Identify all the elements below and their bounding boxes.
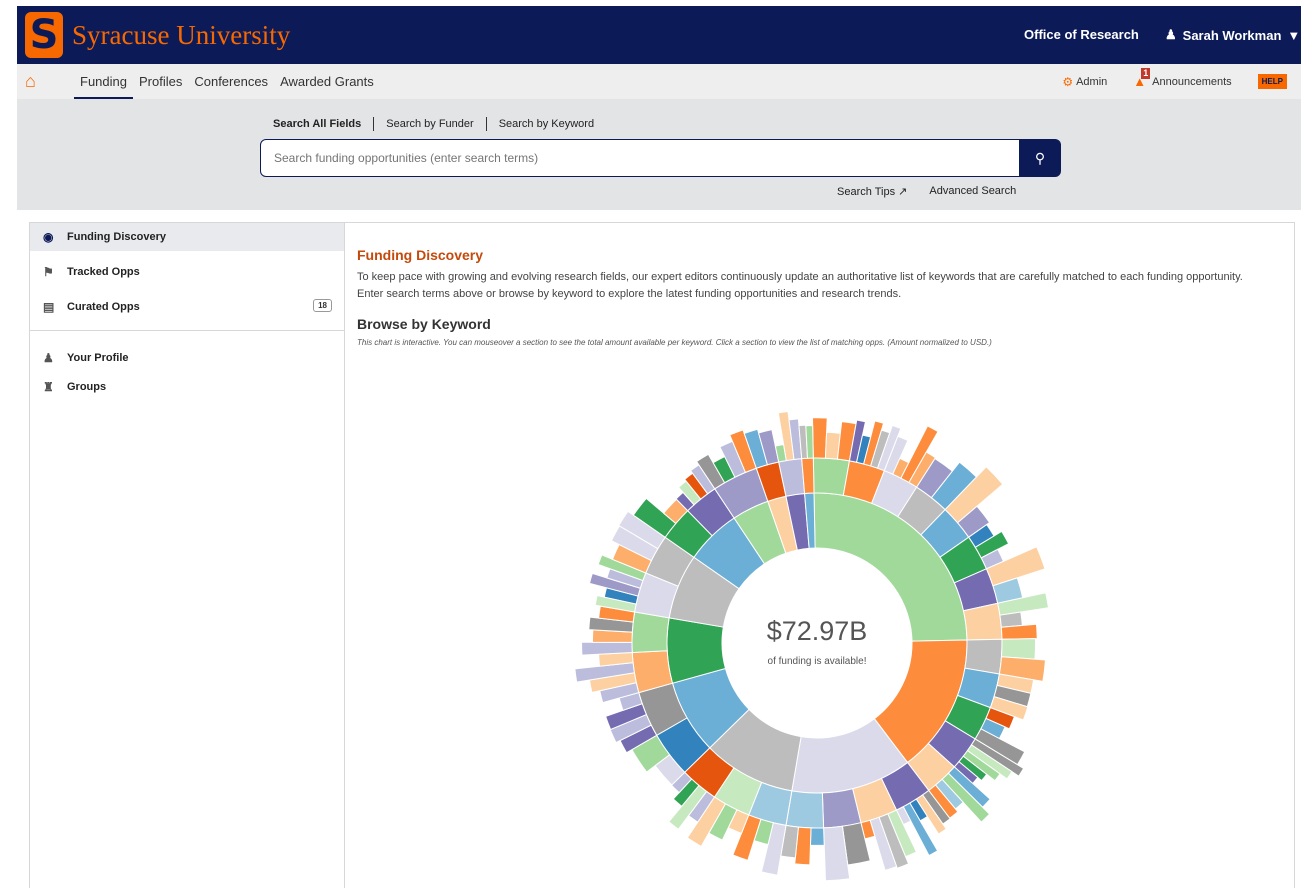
external-link-icon: ↗ [898,186,908,198]
search-input[interactable] [260,139,1020,177]
copy-icon: ▤ [43,300,55,314]
total-funding-caption: of funding is available! [768,656,867,667]
sidebar-item-funding-discovery[interactable]: ◉ Funding Discovery [30,223,344,251]
sidebar-item-groups[interactable]: ♜ Groups [30,373,344,401]
keyword-sunburst-chart[interactable]: $72.97B of funding is available! [345,223,1295,889]
top-header: S Syracuse University Office of Research… [17,6,1301,64]
home-icon[interactable]: ⌂ [25,71,36,92]
sunburst-outer-segment[interactable] [1000,638,1037,660]
nav-awarded-grants[interactable]: Awarded Grants [274,64,380,99]
total-funding-value: $72.97B [767,616,868,646]
flag-icon: ⚑ [43,265,54,279]
sunburst-outer-segment[interactable] [811,417,828,459]
sidebar-item-label: Tracked Opps [67,266,140,278]
help-button[interactable]: HELP [1257,74,1287,89]
tab-search-by-funder[interactable]: Search by Funder [373,117,485,131]
admin-link[interactable]: ⚙ Admin [1062,75,1107,89]
user-icon: ♟ [43,351,54,365]
search-tips-link[interactable]: Search Tips ↗ [837,185,907,198]
sidebar: ◉ Funding Discovery ⚑ Tracked Opps ▤ Cur… [29,222,345,888]
curated-count-badge: 18 [313,299,332,312]
sunburst-outer-segment[interactable] [1000,623,1038,640]
announcement-badge: 1 [1141,68,1151,79]
sidebar-divider [30,330,344,331]
gear-icon: ⚙ [1062,74,1074,89]
sidebar-item-label: Groups [67,381,107,393]
sunburst-outer-segment[interactable] [809,827,825,846]
compass-icon: ◉ [43,230,54,244]
nav-bar: ⌂ Funding Profiles Conferences Awarded G… [17,64,1301,99]
office-link[interactable]: Office of Research [1024,27,1139,42]
nav-conferences[interactable]: Conferences [188,64,274,99]
nav-funding[interactable]: Funding [74,64,133,99]
search-button[interactable]: ⚲ [1019,139,1061,177]
nav-profiles[interactable]: Profiles [133,64,188,99]
announcements-link[interactable]: ▲ 1 Announcements [1133,68,1232,89]
search-tabs: Search All Fields Search by Funder Searc… [273,117,606,131]
admin-label: Admin [1076,75,1108,88]
search-icon: ⚲ [1034,150,1046,166]
tab-search-all-fields[interactable]: Search All Fields [273,117,373,131]
announcements-label: Announcements [1152,75,1232,88]
sidebar-item-label: Curated Opps [67,301,140,313]
sunburst-outer-segment[interactable] [999,611,1023,628]
main-content: Funding Discovery To keep pace with grow… [345,222,1295,888]
user-icon: ♟ [1165,27,1177,42]
advanced-search-link[interactable]: Advanced Search [929,185,1016,198]
bank-icon: ♜ [43,380,54,394]
tab-search-by-keyword[interactable]: Search by Keyword [485,117,606,131]
search-area: Search All Fields Search by Funder Searc… [17,99,1301,210]
caret-down-icon: ▼ [1287,27,1301,43]
university-logo[interactable]: S [25,12,63,58]
sidebar-item-tracked-opps[interactable]: ⚑ Tracked Opps [30,258,344,286]
sidebar-item-label: Funding Discovery [67,231,167,243]
sidebar-item-curated-opps[interactable]: ▤ Curated Opps 18 [30,293,344,321]
sunburst-middle-segment[interactable] [785,790,825,829]
user-menu[interactable]: ♟ Sarah Workman ▼ [1165,27,1300,43]
sunburst-middle-segment[interactable] [631,611,670,654]
sidebar-item-your-profile[interactable]: ♟ Your Profile [30,344,344,372]
brand-name[interactable]: Syracuse University [72,20,290,51]
sunburst-outer-segment[interactable] [581,641,633,656]
user-name: Sarah Workman [1182,27,1282,43]
sunburst-outer-segment[interactable] [805,424,814,459]
sidebar-item-label: Your Profile [67,352,129,364]
